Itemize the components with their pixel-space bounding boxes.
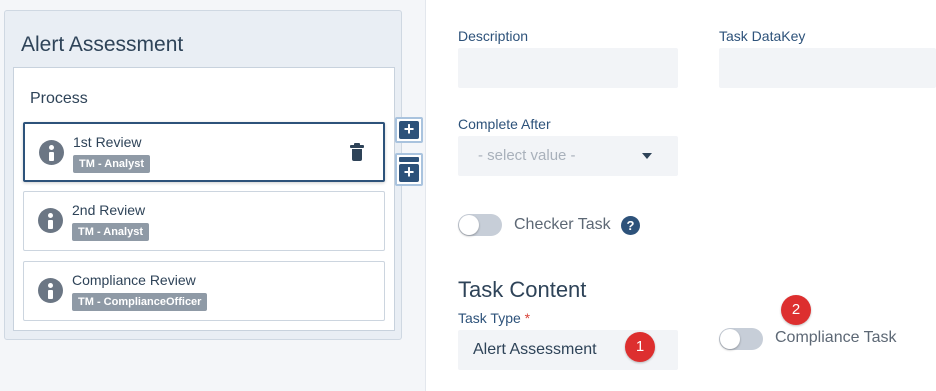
plus-icon: + (399, 163, 419, 182)
assessment-title: Alert Assessment (21, 33, 184, 56)
process-step-compliance-review[interactable]: Compliance Review TM - ComplianceOfficer (23, 261, 385, 321)
process-step-1st-review[interactable]: 1st Review TM - Analyst (23, 122, 385, 182)
process-box: Process 1st Review TM - Analyst 2nd Revi… (13, 67, 395, 331)
task-type-label: Task Type * (458, 310, 531, 326)
assessment-card: Alert Assessment Process 1st Review TM -… (4, 10, 402, 340)
task-type-value: Alert Assessment (473, 341, 597, 358)
annotation-badge-2: 2 (781, 295, 811, 325)
role-badge: TM - ComplianceOfficer (72, 293, 208, 311)
compliance-task-label: Compliance Task (775, 329, 897, 346)
description-label: Description (458, 28, 529, 44)
role-badge: TM - Analyst (72, 223, 149, 241)
process-panel: Alert Assessment Process 1st Review TM -… (0, 0, 426, 391)
step-name: Compliance Review (72, 272, 196, 288)
task-datakey-input[interactable] (719, 48, 936, 88)
info-icon (38, 278, 63, 303)
add-step-button[interactable]: + (395, 117, 423, 143)
checker-task-toggle[interactable] (458, 214, 502, 236)
task-content-title: Task Content (458, 277, 587, 302)
info-icon (38, 208, 63, 233)
step-name: 1st Review (73, 134, 142, 150)
role-badge: TM - Analyst (73, 155, 150, 173)
task-datakey-label: Task DataKey (719, 28, 806, 44)
compliance-task-toggle[interactable] (719, 328, 763, 350)
checker-task-label: Checker Task (514, 216, 611, 233)
trash-icon[interactable] (350, 143, 364, 161)
process-step-2nd-review[interactable]: 2nd Review TM - Analyst (23, 191, 385, 251)
annotation-badge-1: 1 (625, 332, 655, 362)
step-name: 2nd Review (72, 202, 146, 218)
add-group-step-button[interactable]: + (395, 153, 423, 186)
info-icon (39, 140, 64, 165)
plus-icon: + (399, 120, 419, 139)
complete-after-select[interactable]: - select value - (458, 136, 678, 176)
help-icon[interactable]: ? (621, 216, 640, 235)
complete-after-label: Complete After (458, 116, 551, 132)
description-input[interactable] (458, 48, 678, 88)
required-mark: * (524, 310, 531, 326)
process-title: Process (30, 90, 88, 107)
caret-down-icon (642, 153, 652, 159)
complete-after-placeholder: - select value - (478, 147, 576, 164)
